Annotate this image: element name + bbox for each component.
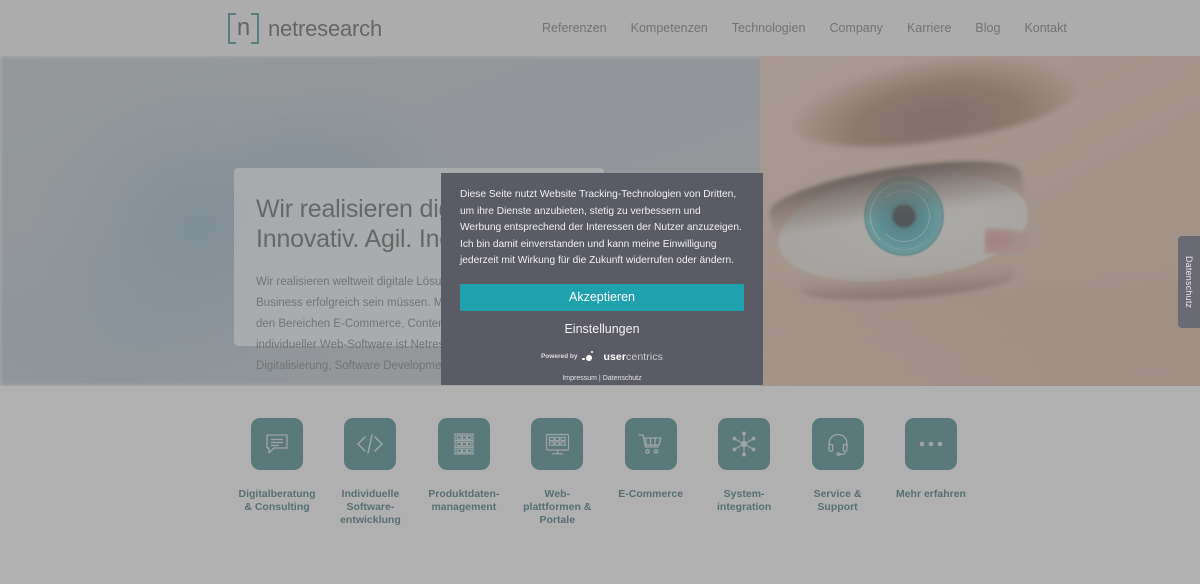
settings-button[interactable]: Einstellungen [460, 322, 744, 336]
usercentrics-logo-icon [582, 350, 598, 363]
imprint-link[interactable]: Impressum [562, 375, 597, 382]
accept-button[interactable]: Akzeptieren [460, 283, 744, 311]
usercentrics-wordmark: usercentrics [603, 351, 663, 363]
page-root: n netresearch Referenzen Kompetenzen Tec… [0, 0, 1200, 584]
powered-by-usercentrics: Powered by usercentrics [460, 350, 744, 363]
vendor-name-light: centrics [626, 350, 664, 363]
privacy-side-tab[interactable]: Datenschutz [1178, 236, 1200, 328]
modal-legal-links: Impressum | Datenschutz [460, 375, 744, 382]
privacy-link[interactable]: Datenschutz [603, 375, 642, 382]
powered-by-label: Powered by [540, 353, 578, 360]
cookie-consent-body: Diese Seite nutzt Website Tracking-Techn… [460, 189, 742, 266]
vendor-name-strong: user [603, 350, 627, 363]
privacy-side-tab-label: Datenschutz [1184, 255, 1194, 309]
cookie-consent-modal: Diese Seite nutzt Website Tracking-Techn… [441, 173, 763, 385]
